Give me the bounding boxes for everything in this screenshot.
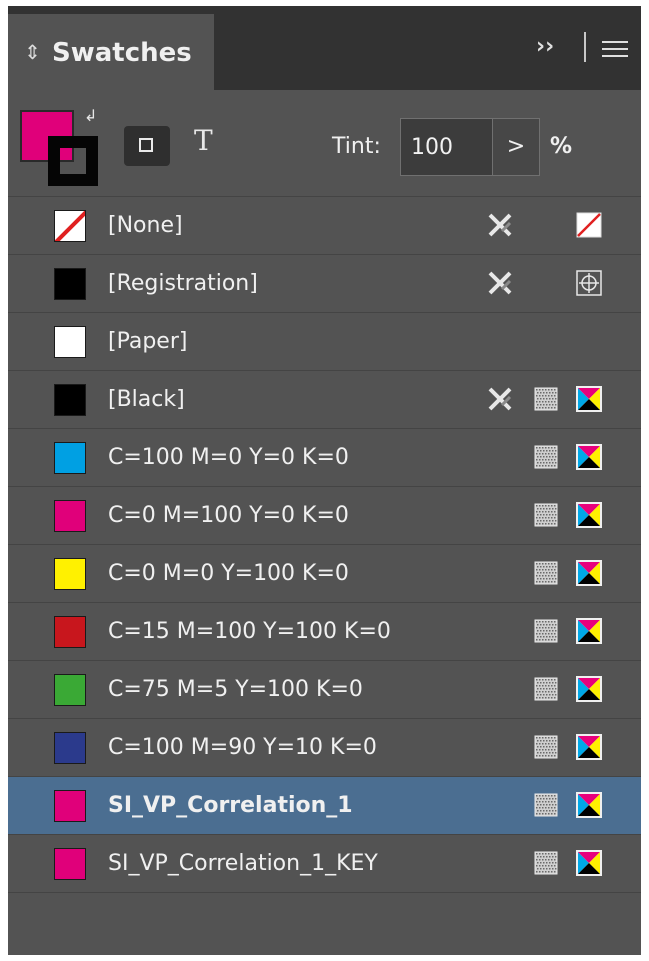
swatch-row[interactable]: C=0 M=0 Y=100 K=0 <box>8 544 641 602</box>
cmyk-icon <box>576 618 602 644</box>
registration-icon <box>576 270 602 296</box>
swatch-color-chip <box>54 210 86 242</box>
non-editable-pencil-icon <box>486 385 514 413</box>
swatch-name: [None] <box>108 213 183 238</box>
process-color-icon <box>534 387 558 411</box>
process-color-icon <box>534 677 558 701</box>
cmyk-icon <box>576 850 602 876</box>
swatch-name: C=0 M=100 Y=0 K=0 <box>108 503 349 528</box>
swatch-row[interactable]: [Black] <box>8 370 641 428</box>
formatting-affects-container-button[interactable] <box>124 126 170 166</box>
swatch-row[interactable]: [None] <box>8 196 641 254</box>
swatch-row[interactable]: C=100 M=90 Y=10 K=0 <box>8 718 641 776</box>
list-divider <box>8 892 641 893</box>
cmyk-icon <box>576 386 602 412</box>
cmyk-icon <box>576 792 602 818</box>
swatch-row[interactable]: SI_VP_Correlation_1_KEY <box>8 834 641 892</box>
tint-input[interactable] <box>400 118 492 176</box>
swatch-color-chip <box>54 268 86 300</box>
process-color-icon <box>534 445 558 469</box>
process-color-icon <box>534 561 558 585</box>
formatting-affects-text-button[interactable]: T <box>194 124 213 157</box>
swatch-name: SI_VP_Correlation_1_KEY <box>108 851 378 876</box>
swatch-color-chip <box>54 500 86 532</box>
header-divider <box>584 32 586 62</box>
swatch-row[interactable]: C=15 M=100 Y=100 K=0 <box>8 602 641 660</box>
swatch-color-chip <box>54 848 86 880</box>
collapse-icon[interactable]: ›› <box>536 34 554 59</box>
swatch-name: SI_VP_Correlation_1 <box>108 793 353 818</box>
process-color-icon <box>534 619 558 643</box>
panel-title: Swatches <box>52 38 192 68</box>
cmyk-icon <box>576 502 602 528</box>
swatch-color-chip <box>54 616 86 648</box>
container-icon <box>139 138 153 152</box>
cmyk-icon <box>576 676 602 702</box>
process-color-icon <box>534 851 558 875</box>
cmyk-icon <box>576 560 602 586</box>
swatch-name: C=0 M=0 Y=100 K=0 <box>108 561 349 586</box>
process-color-icon <box>534 793 558 817</box>
hamburger-menu-icon[interactable] <box>602 41 628 57</box>
tint-unit: % <box>550 134 573 159</box>
swatch-color-chip <box>54 442 86 474</box>
swatch-list: [None] [Registration] [Paper] [Black] C=100 … <box>8 196 641 893</box>
swatch-color-chip <box>54 558 86 590</box>
stroke-swatch[interactable] <box>48 136 98 186</box>
process-color-icon <box>534 503 558 527</box>
cmyk-icon <box>576 444 602 470</box>
panel-header: ⇕ Swatches ›› <box>8 6 641 90</box>
swatch-color-chip <box>54 384 86 416</box>
swatch-row[interactable]: C=100 M=0 Y=0 K=0 <box>8 428 641 486</box>
swatch-color-chip <box>54 732 86 764</box>
non-editable-pencil-icon <box>486 211 514 239</box>
swatch-color-chip <box>54 790 86 822</box>
swap-fill-stroke-icon[interactable]: ↲ <box>84 106 97 125</box>
swatch-row[interactable]: [Registration] <box>8 254 641 312</box>
tab-swatches[interactable]: ⇕ Swatches <box>8 14 214 90</box>
cmyk-icon <box>576 734 602 760</box>
process-color-icon <box>534 735 558 759</box>
non-editable-pencil-icon <box>486 269 514 297</box>
swatch-row[interactable]: C=0 M=100 Y=0 K=0 <box>8 486 641 544</box>
swatch-row[interactable]: [Paper] <box>8 312 641 370</box>
swatch-name: C=15 M=100 Y=100 K=0 <box>108 619 391 644</box>
swatch-name: [Registration] <box>108 271 258 296</box>
swatch-color-chip <box>54 674 86 706</box>
swatch-name: [Paper] <box>108 329 188 354</box>
tint-slider-button[interactable]: > <box>492 118 540 176</box>
tint-label: Tint: <box>332 134 381 159</box>
swatch-row[interactable]: C=75 M=5 Y=100 K=0 <box>8 660 641 718</box>
swatch-row[interactable]: SI_VP_Correlation_1 <box>8 776 641 834</box>
none-icon <box>576 212 602 238</box>
swatch-name: C=100 M=90 Y=10 K=0 <box>108 735 377 760</box>
swatch-name: C=75 M=5 Y=100 K=0 <box>108 677 363 702</box>
tab-chevron-icon[interactable]: ⇕ <box>24 40 41 64</box>
swatch-color-chip <box>54 326 86 358</box>
swatches-panel: ⇕ Swatches ›› ↲ T Tint: > % [None] [Regis… <box>8 6 641 955</box>
swatch-name: C=100 M=0 Y=0 K=0 <box>108 445 349 470</box>
swatch-name: [Black] <box>108 387 185 412</box>
